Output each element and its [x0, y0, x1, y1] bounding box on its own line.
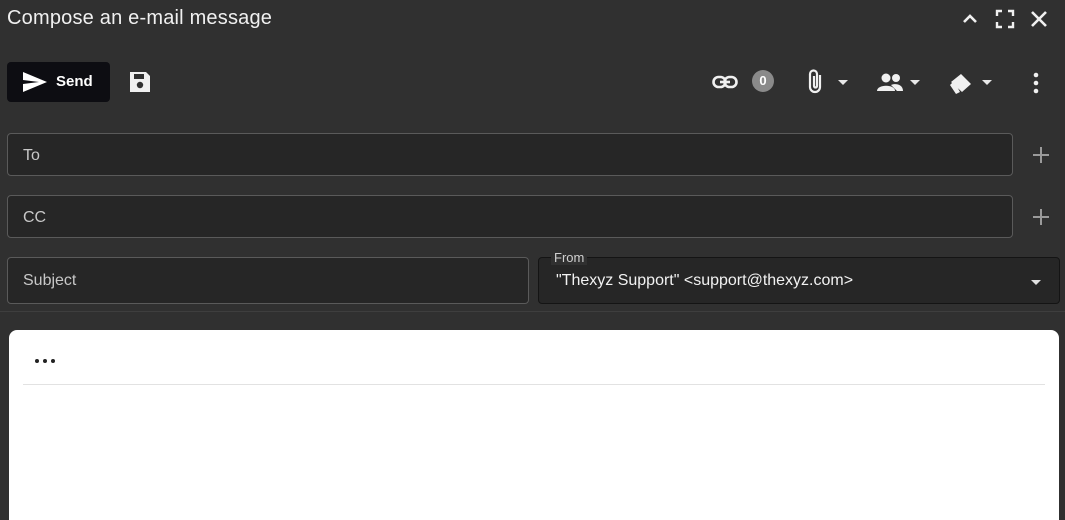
more-horizontal-icon[interactable]: [33, 352, 57, 368]
subject-label: Subject: [23, 272, 77, 289]
add-to-button[interactable]: [1031, 145, 1051, 165]
people-icon: [877, 73, 903, 91]
send-icon: [23, 72, 47, 92]
to-field[interactable]: To: [7, 133, 1013, 176]
template-menu-button[interactable]: [948, 70, 996, 96]
window-title: Compose an e-mail message: [7, 7, 273, 29]
link-icon: [712, 75, 738, 89]
from-select[interactable]: "Thexyz Support" <support@thexyz.com>: [538, 257, 1060, 304]
cards-icon: [950, 74, 971, 94]
send-button[interactable]: Send: [7, 62, 110, 102]
paperclip-icon: [808, 69, 822, 94]
fullscreen-button[interactable]: [994, 8, 1016, 30]
chevron-up-icon: [963, 14, 977, 23]
message-body[interactable]: [9, 388, 1059, 518]
cc-label: CC: [23, 209, 47, 226]
close-icon: [1031, 11, 1047, 27]
divider: [0, 311, 1065, 312]
close-button[interactable]: [1028, 8, 1050, 30]
insert-link-button[interactable]: [712, 70, 738, 94]
send-label: Send: [56, 73, 93, 90]
more-options-button[interactable]: [1026, 71, 1046, 95]
compose-toolbar: Send 0: [0, 50, 1065, 114]
subject-field[interactable]: Subject: [7, 257, 529, 304]
save-draft-button[interactable]: [128, 70, 152, 94]
editor-toolbar-divider: [23, 384, 1045, 385]
chevron-down-icon: [982, 80, 992, 85]
chevron-down-icon: [1031, 280, 1041, 285]
cc-field[interactable]: CC: [7, 195, 1013, 238]
contacts-menu-button[interactable]: [876, 72, 924, 94]
collapse-button[interactable]: [959, 8, 981, 30]
save-icon: [130, 72, 150, 92]
title-bar: Compose an e-mail message: [0, 0, 1065, 38]
fullscreen-icon: [995, 9, 1015, 29]
chevron-down-icon: [838, 80, 848, 85]
attach-menu-button[interactable]: [806, 68, 850, 96]
add-cc-button[interactable]: [1031, 207, 1051, 227]
more-vertical-icon: [1033, 72, 1039, 94]
link-count-badge: 0: [752, 70, 774, 92]
from-value: "Thexyz Support" <support@thexyz.com>: [556, 272, 854, 289]
message-editor: [9, 330, 1059, 520]
to-label: To: [23, 147, 40, 164]
from-label: From: [551, 250, 588, 265]
chevron-down-icon: [910, 80, 920, 85]
